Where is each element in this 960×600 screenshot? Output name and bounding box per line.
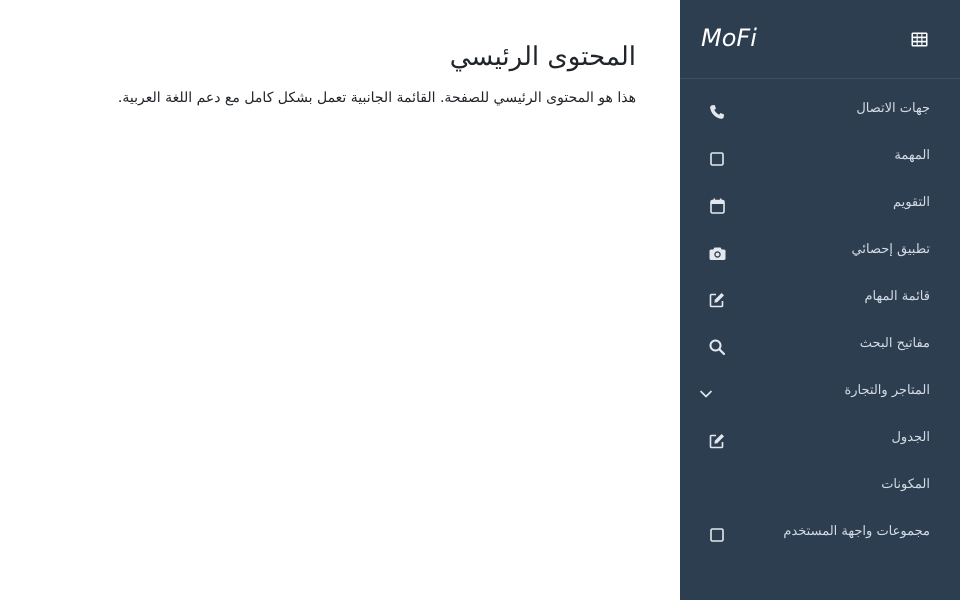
camera-icon	[708, 244, 726, 262]
square-icon	[708, 526, 726, 544]
sidebar-header: MoFi	[680, 0, 960, 79]
calendar-icon	[708, 197, 726, 215]
sidebar-item-label: تطبيق إحصائي	[851, 242, 930, 257]
sidebar-item-label: التقويم	[892, 195, 930, 210]
logo[interactable]: MoFi	[701, 24, 757, 52]
sidebar-item-calendar[interactable]: التقويم	[680, 183, 960, 230]
phone-icon	[708, 103, 726, 121]
sidebar-item-task[interactable]: المهمة	[680, 136, 960, 183]
sidebar-item-contacts[interactable]: جهات الاتصال	[680, 89, 960, 136]
sidebar-item-label: مجموعات واجهة المستخدم	[783, 524, 930, 539]
sidebar: MoFi جهات الاتصال المهمة التقويم تطبيق إ…	[680, 0, 960, 600]
search-icon	[708, 338, 726, 356]
chevron-down-icon[interactable]	[698, 385, 714, 403]
sidebar-item-search-keys[interactable]: مفاتيح البحث	[680, 324, 960, 371]
sidebar-item-ui-kits[interactable]: مجموعات واجهة المستخدم	[680, 512, 960, 559]
sidebar-item-stores[interactable]: المتاجر والتجارة	[680, 371, 960, 418]
square-icon	[708, 150, 726, 168]
sidebar-item-stats-app[interactable]: تطبيق إحصائي	[680, 230, 960, 277]
sidebar-item-label: قائمة المهام	[864, 289, 930, 304]
page-description: هذا هو المحتوى الرئيسي للصفحة. القائمة ا…	[117, 90, 636, 106]
sidebar-item-table[interactable]: الجدول	[680, 418, 960, 465]
sidebar-item-components[interactable]: المكونات	[680, 465, 960, 512]
sidebar-item-label: مفاتيح البحث	[859, 336, 930, 351]
sidebar-item-label: المهمة	[894, 148, 930, 163]
grid-icon[interactable]	[909, 29, 929, 49]
sidebar-item-label: جهات الاتصال	[856, 101, 930, 116]
sidebar-item-label: المكونات	[881, 477, 930, 492]
page-title: المحتوى الرئيسي	[449, 42, 636, 72]
sidebar-item-task-list[interactable]: قائمة المهام	[680, 277, 960, 324]
sidebar-item-label: الجدول	[891, 430, 930, 445]
sidebar-menu: جهات الاتصال المهمة التقويم تطبيق إحصائي…	[680, 89, 960, 559]
main-content: المحتوى الرئيسي هذا هو المحتوى الرئيسي ل…	[0, 0, 680, 600]
edit-icon	[708, 432, 726, 450]
sidebar-item-label: المتاجر والتجارة	[844, 383, 930, 398]
edit-icon	[708, 291, 726, 309]
